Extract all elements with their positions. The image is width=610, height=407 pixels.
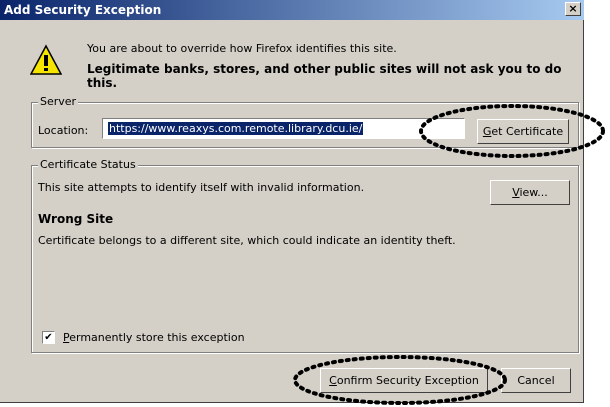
annotation-overlay: [293, 104, 605, 405]
confirm-highlight-ellipse: [293, 355, 507, 405]
get-certificate-highlight-ellipse: [419, 104, 605, 158]
